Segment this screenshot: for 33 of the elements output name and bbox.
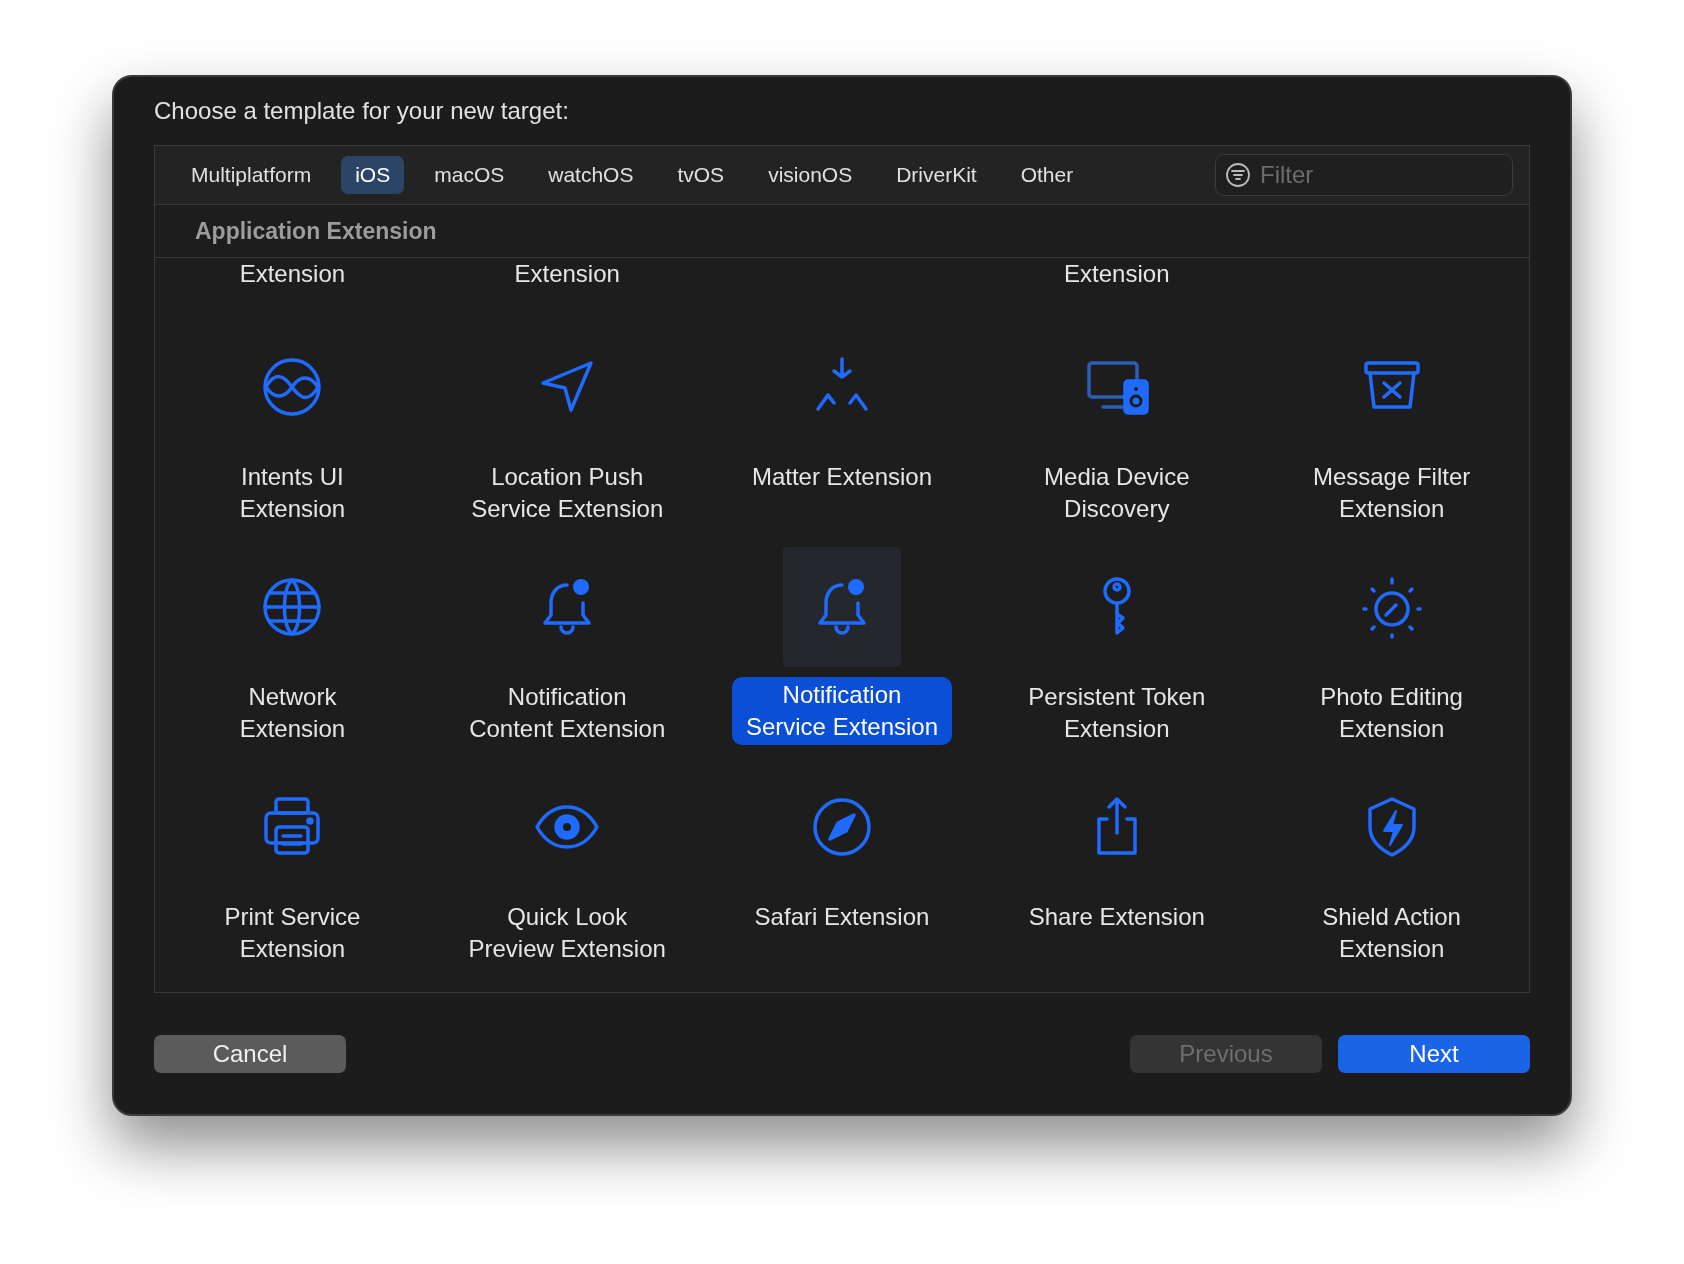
template-label[interactable]: Photo Editing Extension [1306,681,1477,745]
template-label[interactable]: Location Push Service Extension [457,461,678,525]
template-label[interactable]: Extension [514,260,620,287]
platform-tab[interactable]: DriverKit [882,156,991,194]
template-label[interactable]: Message Filter Extension [1298,461,1485,525]
template-label[interactable]: Notification Service Extension [731,677,953,745]
template-label[interactable]: Network Extension [225,681,360,745]
template-label[interactable]: Print Service Extension [210,901,375,965]
template-label[interactable]: Media Device Discovery [1030,461,1204,525]
template-label[interactable]: Extension [239,260,346,287]
platform-tab[interactable]: macOS [420,156,519,194]
template-label[interactable]: Intents UI Extension [225,461,360,525]
platform-tab[interactable]: watchOS [534,156,648,194]
cancel-button[interactable]: Cancel [154,1034,346,1073]
platform-tab[interactable]: Multiplatform [177,156,326,194]
platform-tab[interactable]: iOS [341,156,405,194]
template-label[interactable]: Share Extension [1014,901,1219,933]
section-title: Application Extension [195,217,437,245]
next-button[interactable]: Next [1338,1034,1530,1073]
dialog-title: Choose a template for your new target: [154,97,570,125]
template-label[interactable]: Safari Extension [740,901,944,933]
filter-icon [1225,162,1251,188]
template-label[interactable]: Shield Action Extension [1308,901,1475,965]
template-tile[interactable] [783,547,901,667]
platform-tab[interactable]: visionOS [754,156,867,194]
filter-field[interactable]: Filter [1215,154,1513,196]
platform-tab[interactable]: tvOS [663,156,739,194]
template-label[interactable]: Quick Look Preview Extension [454,901,680,965]
template-label[interactable]: Persistent Token Extension [1014,681,1220,745]
template-label[interactable]: Notification Content Extension [455,681,680,745]
template-label[interactable]: Matter Extension [737,461,947,493]
template-label[interactable]: Extension [1064,260,1170,287]
platform-tab[interactable]: Other [1006,156,1088,194]
